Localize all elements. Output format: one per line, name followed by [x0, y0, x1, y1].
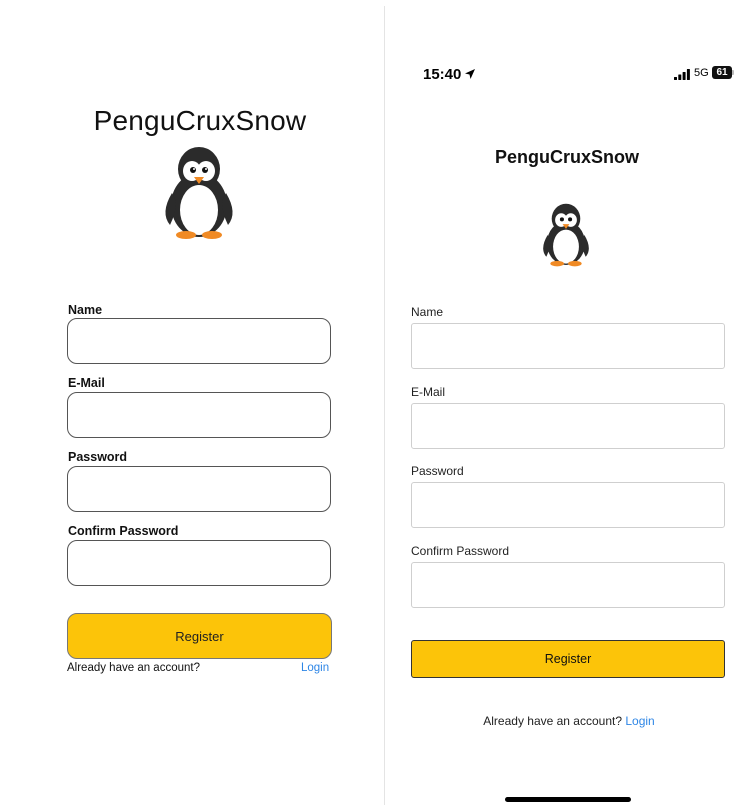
email-input[interactable] — [67, 392, 331, 438]
battery-tip — [732, 70, 734, 75]
password-input[interactable] — [411, 482, 725, 528]
name-label: Name — [68, 303, 103, 317]
app-title: PenguCruxSnow — [494, 147, 639, 167]
login-link[interactable]: Login — [301, 662, 329, 674]
confirm-password-label: Confirm Password — [411, 544, 510, 558]
penguin-icon — [165, 147, 233, 239]
network-type: 5G — [694, 67, 709, 79]
already-have-account-text: Already have an account? — [67, 662, 200, 674]
battery-icon: 61 — [712, 66, 732, 79]
login-link[interactable]: Login — [625, 714, 654, 728]
penguin-icon — [543, 203, 589, 267]
already-have-account-row: Already have an account? Login — [385, 714, 739, 728]
email-label: E-Mail — [68, 376, 105, 390]
password-input[interactable] — [67, 466, 331, 512]
email-input[interactable] — [411, 403, 725, 449]
name-input[interactable] — [67, 318, 331, 364]
email-label: E-Mail — [411, 385, 446, 399]
status-time: 15:40 — [423, 66, 462, 83]
already-have-account-text: Already have an account? — [483, 714, 626, 728]
confirm-password-input[interactable] — [411, 562, 725, 608]
confirm-password-input[interactable] — [67, 540, 331, 586]
right-register-screen: 15:40 5G 61 PenguCruxSnow Name E-Mail Pa… — [385, 0, 739, 805]
home-indicator — [505, 797, 631, 802]
app-title: PenguCruxSnow — [93, 105, 307, 136]
register-button[interactable]: Register — [67, 613, 332, 659]
name-label: Name — [411, 305, 444, 319]
screen: PenguCruxSnow Name E-Mail Password Confi… — [0, 0, 739, 805]
password-label: Password — [68, 450, 128, 464]
name-input[interactable] — [411, 323, 725, 369]
location-arrow-icon — [465, 69, 475, 79]
cellular-signal-icon — [674, 69, 690, 80]
password-label: Password — [411, 464, 464, 478]
register-button[interactable]: Register — [411, 640, 725, 678]
confirm-password-label: Confirm Password — [68, 524, 179, 538]
left-register-screen: PenguCruxSnow Name E-Mail Password Confi… — [0, 0, 384, 805]
